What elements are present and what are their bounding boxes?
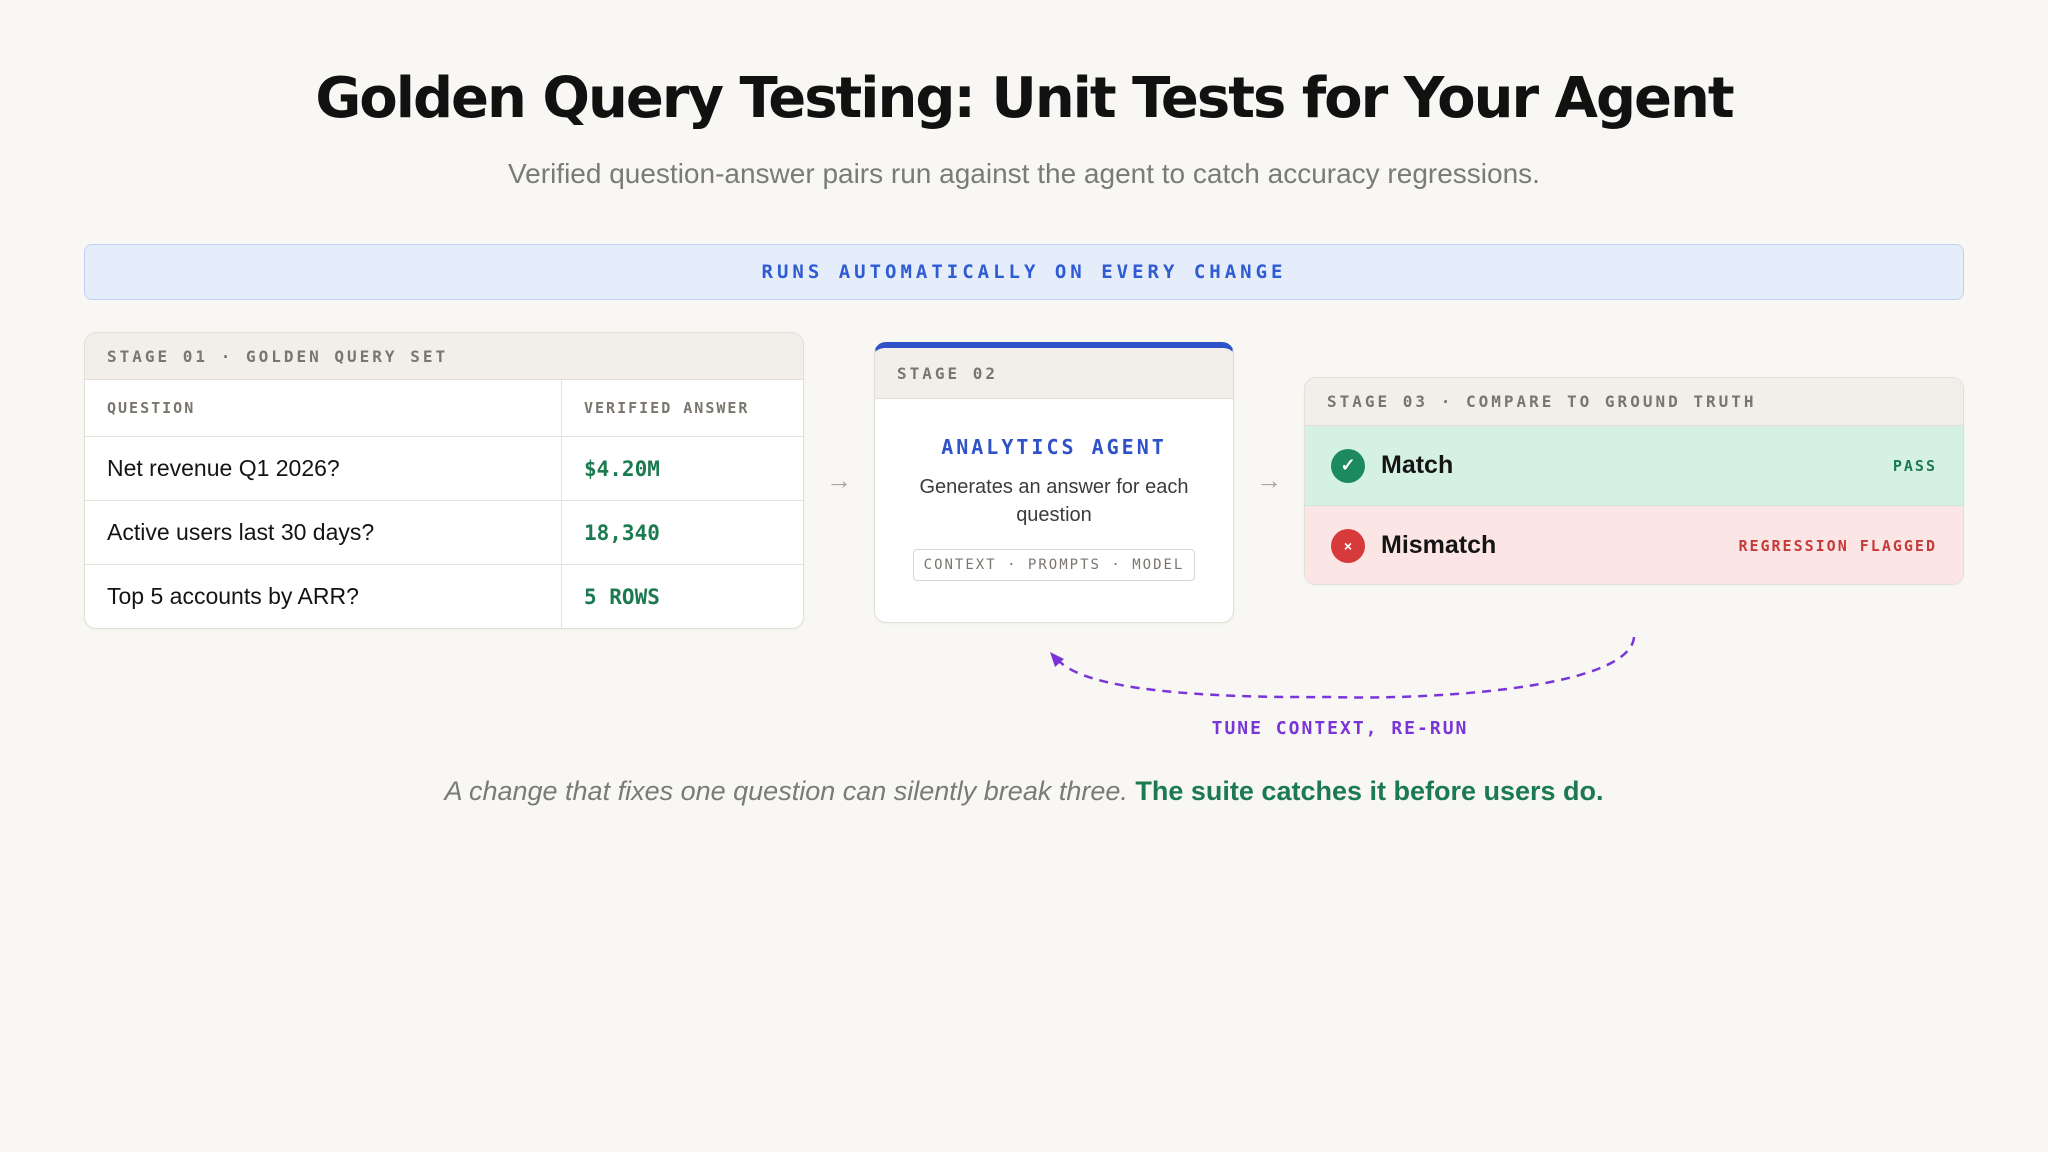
page-subtitle: Verified question-answer pairs run again… xyxy=(508,158,1540,189)
pass-tag: PASS xyxy=(1892,456,1937,475)
answer-column-header: VERIFIED ANSWER xyxy=(584,399,750,417)
question-column-header: QUESTION xyxy=(85,380,562,436)
match-result-row: ✓ Match PASS xyxy=(1305,426,1963,506)
automation-banner: RUNS AUTOMATICALLY ON EVERY CHANGE xyxy=(84,244,1964,300)
table-row: Net revenue Q1 2026? $4.20M xyxy=(85,437,803,501)
footer-emphasis-text: The suite catches it before users do. xyxy=(1135,776,1604,806)
answer-cell: 5 ROWS xyxy=(584,584,660,609)
regression-flagged-tag: REGRESSION FLAGGED xyxy=(1738,536,1937,555)
table-header-row: QUESTION VERIFIED ANSWER xyxy=(85,380,803,437)
loop-label: TUNE CONTEXT, RE-RUN xyxy=(1211,718,1469,739)
answer-cell: $4.20M xyxy=(584,456,660,481)
mismatch-result-row: × Mismatch REGRESSION FLAGGED xyxy=(1305,506,1963,584)
table-row: Active users last 30 days? 18,340 xyxy=(85,501,803,565)
match-label: Match xyxy=(1381,451,1454,479)
compare-ground-truth-card: STAGE 03 · COMPARE TO GROUND TRUTH ✓ Mat… xyxy=(1304,377,1964,585)
golden-query-set-card: STAGE 01 · GOLDEN QUERY SET QUESTION VER… xyxy=(84,332,804,629)
question-cell: Active users last 30 days? xyxy=(85,501,562,564)
table-row: Top 5 accounts by ARR? 5 ROWS xyxy=(85,565,803,628)
arrow-right-icon: → xyxy=(1256,465,1282,495)
mismatch-label: Mismatch xyxy=(1381,531,1497,559)
question-cell: Top 5 accounts by ARR? xyxy=(85,565,562,628)
question-cell: Net revenue Q1 2026? xyxy=(85,437,562,500)
footer-muted-text: A change that fixes one question can sil… xyxy=(444,776,1128,806)
arrow-right-icon: → xyxy=(826,465,852,495)
answer-cell: 18,340 xyxy=(584,520,660,545)
footer-caption: A change that fixes one question can sil… xyxy=(0,776,2048,807)
agent-name: ANALYTICS AGENT xyxy=(941,435,1167,459)
page-title: Golden Query Testing: Unit Tests for You… xyxy=(315,66,1734,131)
x-icon: × xyxy=(1331,528,1365,563)
check-icon: ✓ xyxy=(1331,448,1365,483)
agent-description: Generates an answer for each question xyxy=(919,476,1189,526)
stage3-header: STAGE 03 · COMPARE TO GROUND TRUTH xyxy=(1305,378,1963,426)
analytics-agent-card: STAGE 02 ANALYTICS AGENT Generates an an… xyxy=(874,342,1234,623)
agent-tags: CONTEXT · PROMPTS · MODEL xyxy=(913,549,1195,581)
stage1-header: STAGE 01 · GOLDEN QUERY SET xyxy=(85,333,803,380)
stage2-header: STAGE 02 xyxy=(875,348,1233,399)
